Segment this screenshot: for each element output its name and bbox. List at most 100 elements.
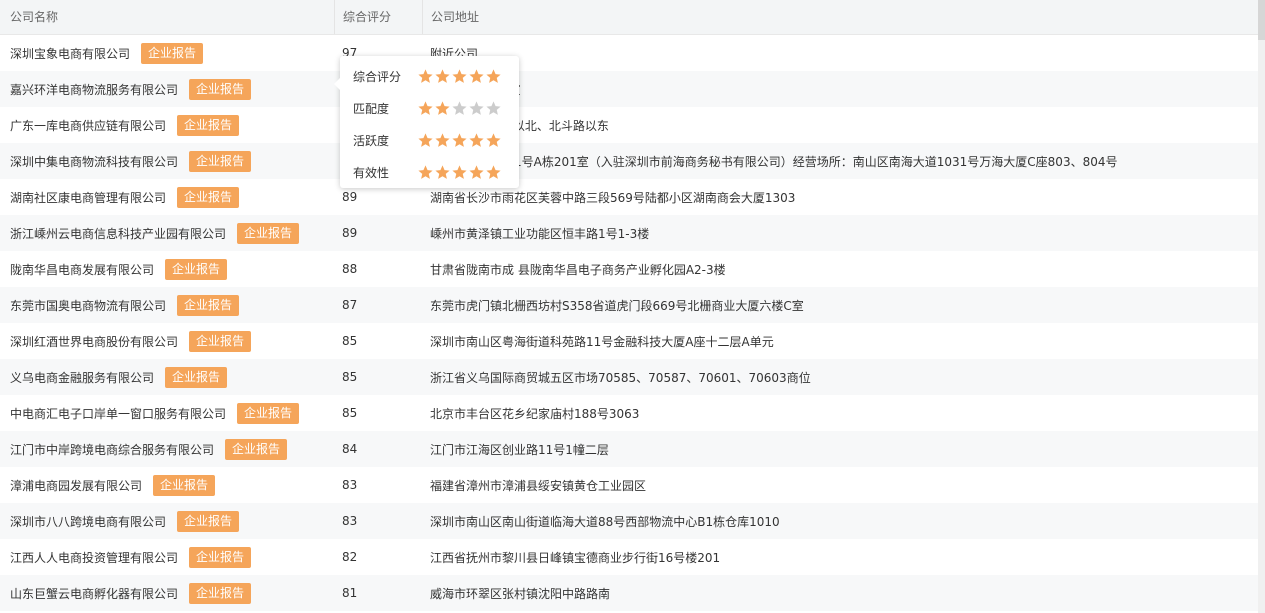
table-row[interactable]: 浙江嵊州云电商信息科技产业园有限公司 企业报告 89 嵊州市黄泽镇工业功能区恒丰路1号… — [0, 215, 1258, 251]
company-report-button[interactable]: 企业报告 — [165, 258, 228, 280]
company-name-link[interactable]: 中电商汇电子口岸单一窗口服务有限公司 — [10, 407, 226, 421]
address-cell: 江西省抚州市黎川县日峰镇宝德商业步行街16号楼201 — [430, 550, 721, 565]
table-row[interactable]: 深圳中集电商物流科技有限公司 企业报告 合作区前湾一路1号A栋201室（入驻深圳市前… — [0, 143, 1258, 179]
company-name-link[interactable]: 江西人人电商投资管理有限公司 — [10, 551, 178, 565]
table-row[interactable]: 深圳市八八跨境电商有限公司 企业报告 83 深圳市南山区南山街道临海大道88号西部物流… — [0, 503, 1258, 539]
company-name-cell: 深圳红酒世界电商股份有限公司 企业报告 — [0, 330, 334, 352]
company-name-cell: 深圳宝象电商有限公司 企业报告 — [0, 42, 334, 64]
rating-metric: 有效性 — [353, 162, 502, 182]
company-name-link[interactable]: 山东巨蟹云电商孵化器有限公司 — [10, 587, 178, 601]
company-report-button[interactable]: 企业报告 — [177, 114, 240, 136]
table-row[interactable]: 深圳红酒世界电商股份有限公司 企业报告 85 深圳市南山区粤海街道科苑路11号金融科技… — [0, 323, 1258, 359]
star-icon — [417, 68, 434, 85]
company-report-button[interactable]: 企业报告 — [189, 582, 252, 604]
rating-metric: 活跃度 — [353, 130, 502, 150]
table-row[interactable]: 漳浦电商园发展有限公司 企业报告 83 福建省漳州市漳浦县绥安镇黄仓工业园区 — [0, 467, 1258, 503]
table-row[interactable]: 江门市中岸跨境电商综合服务有限公司 企业报告 84 江门市江海区创业路11号1幢二层 — [0, 431, 1258, 467]
star-icon — [485, 132, 502, 149]
rating-metric-label: 匹配度 — [353, 101, 390, 116]
score-cell[interactable]: 81 — [334, 586, 422, 600]
rating-popover: 综合评分匹配度活跃度有效性 — [334, 56, 519, 188]
table-row[interactable]: 陇南华昌电商发展有限公司 企业报告 88 甘肃省陇南市成 县陇南华昌电子商务产业孵化园… — [0, 251, 1258, 287]
company-report-button[interactable]: 企业报告 — [165, 366, 228, 388]
score-cell[interactable]: 85 — [334, 334, 422, 348]
company-name-cell: 陇南华昌电商发展有限公司 企业报告 — [0, 258, 334, 280]
table-row[interactable]: 广东一库电商供应链有限公司 企业报告 业开发区335线以北、北斗路以东 — [0, 107, 1258, 143]
company-report-button[interactable]: 企业报告 — [189, 546, 252, 568]
company-report-button[interactable]: 企业报告 — [189, 78, 252, 100]
company-name-cell: 浙江嵊州云电商信息科技产业园有限公司 企业报告 — [0, 222, 334, 244]
star-rating — [417, 164, 502, 181]
company-report-button[interactable]: 企业报告 — [141, 42, 204, 64]
company-report-button[interactable]: 企业报告 — [189, 330, 252, 352]
score-cell[interactable]: 88 — [334, 262, 422, 276]
company-report-button[interactable]: 企业报告 — [237, 402, 300, 424]
table-row[interactable]: 湖南社区康电商管理有限公司 企业报告 89 湖南省长沙市雨花区芙蓉中路三段569号陆都… — [0, 179, 1258, 215]
address-cell: 深圳市南山区粤海街道科苑路11号金融科技大厦A座十二层A单元 — [430, 334, 774, 349]
table-row[interactable]: 深圳宝象电商有限公司 企业报告 97 附近公司 — [0, 35, 1258, 71]
company-report-button[interactable]: 企业报告 — [189, 150, 252, 172]
company-name-link[interactable]: 深圳中集电商物流科技有限公司 — [10, 155, 178, 169]
company-report-button[interactable]: 企业报告 — [177, 510, 240, 532]
score-cell[interactable]: 87 — [334, 298, 422, 312]
company-name-link[interactable]: 深圳红酒世界电商股份有限公司 — [10, 335, 178, 349]
header-score[interactable]: 综合评分 — [334, 0, 422, 34]
company-report-button[interactable]: 企业报告 — [153, 474, 216, 496]
company-report-button[interactable]: 企业报告 — [225, 438, 288, 460]
rating-metric: 匹配度 — [353, 98, 502, 118]
rating-metric: 综合评分 — [353, 66, 502, 86]
company-name-cell: 嘉兴环洋电商物流服务有限公司 企业报告 — [0, 78, 334, 100]
score-cell[interactable]: 83 — [334, 478, 422, 492]
address-cell: 合作区前湾一路1号A栋201室（入驻深圳市前海商务秘书有限公司）经营场所：南山区… — [430, 154, 1118, 169]
star-icon — [451, 164, 468, 181]
scrollbar-track[interactable] — [1258, 0, 1265, 613]
company-report-button[interactable]: 企业报告 — [177, 294, 240, 316]
company-name-link[interactable]: 深圳市八八跨境电商有限公司 — [10, 515, 166, 529]
table-row[interactable]: 江西人人电商投资管理有限公司 企业报告 82 江西省抚州市黎川县日峰镇宝德商业步行街1… — [0, 539, 1258, 575]
address-cell: 东莞市虎门镇北栅西坊村S358省道虎门段669号北栅商业大厦六楼C室 — [430, 298, 804, 313]
company-name-cell: 中电商汇电子口岸单一窗口服务有限公司 企业报告 — [0, 402, 334, 424]
score-cell[interactable]: 85 — [334, 370, 422, 384]
score-cell[interactable]: 84 — [334, 442, 422, 456]
company-report-button[interactable]: 企业报告 — [237, 222, 300, 244]
header-address[interactable]: 公司地址 — [422, 0, 1258, 34]
header-company-name[interactable]: 公司名称 — [0, 0, 334, 34]
company-name-link[interactable]: 义乌电商金融服务有限公司 — [10, 371, 154, 385]
company-name-link[interactable]: 漳浦电商园发展有限公司 — [10, 479, 142, 493]
table-row[interactable]: 义乌电商金融服务有限公司 企业报告 85 浙江省义乌国际商贸城五区市场70585、70… — [0, 359, 1258, 395]
company-name-link[interactable]: 湖南社区康电商管理有限公司 — [10, 191, 166, 205]
address-cell: 深圳市南山区南山街道临海大道88号西部物流中心B1栋仓库1010 — [430, 514, 780, 529]
score-cell[interactable]: 89 — [334, 190, 422, 204]
address-cell: 江门市江海区创业路11号1幢二层 — [430, 442, 609, 457]
address-cell: 嵊州市黄泽镇工业功能区恒丰路1号1-3楼 — [430, 226, 650, 241]
company-name-cell: 义乌电商金融服务有限公司 企业报告 — [0, 366, 334, 388]
star-icon — [485, 100, 502, 117]
company-name-link[interactable]: 江门市中岸跨境电商综合服务有限公司 — [10, 443, 214, 457]
address-cell: 威海市环翠区张村镇沈阳中路路南 — [430, 586, 611, 601]
score-cell[interactable]: 85 — [334, 406, 422, 420]
company-name-link[interactable]: 广东一库电商供应链有限公司 — [10, 119, 166, 133]
table-row[interactable]: 东莞市国奥电商物流有限公司 企业报告 87 东莞市虎门镇北栅西坊村S358省道虎门段6… — [0, 287, 1258, 323]
rating-metric-label: 综合评分 — [353, 69, 402, 84]
company-name-link[interactable]: 嘉兴环洋电商物流服务有限公司 — [10, 83, 178, 97]
company-name-link[interactable]: 东莞市国奥电商物流有限公司 — [10, 299, 166, 313]
score-cell[interactable]: 83 — [334, 514, 422, 528]
address-cell: 福建省漳州市漳浦县绥安镇黄仓工业园区 — [430, 478, 647, 493]
table-row[interactable]: 山东巨蟹云电商孵化器有限公司 企业报告 81 威海市环翠区张村镇沈阳中路路南 — [0, 575, 1258, 611]
star-icon — [434, 68, 451, 85]
table-header: 公司名称 综合评分 公司地址 — [0, 0, 1258, 35]
score-cell[interactable]: 89 — [334, 226, 422, 240]
company-name-link[interactable]: 陇南华昌电商发展有限公司 — [10, 263, 154, 277]
address-cell: 北京市丰台区花乡纪家庙村188号3063 — [430, 406, 640, 421]
company-name-link[interactable]: 深圳宝象电商有限公司 — [10, 47, 130, 61]
table-row[interactable]: 中电商汇电子口岸单一窗口服务有限公司 企业报告 85 北京市丰台区花乡纪家庙村188号… — [0, 395, 1258, 431]
scrollbar-thumb[interactable] — [1258, 0, 1265, 40]
address-cell: 浙江省义乌国际商贸城五区市场70585、70587、70601、70603商位 — [430, 370, 811, 385]
table-row[interactable]: 嘉兴环洋电商物流服务有限公司企业报告 公建6商铺201室 — [0, 71, 1258, 107]
address-cell: 甘肃省陇南市成 县陇南华昌电子商务产业孵化园A2-3楼 — [430, 262, 726, 277]
company-name-link[interactable]: 浙江嵊州云电商信息科技产业园有限公司 — [10, 227, 226, 241]
star-icon — [451, 68, 468, 85]
score-cell[interactable]: 82 — [334, 550, 422, 564]
company-table: 公司名称 综合评分 公司地址 深圳宝象电商有限公司 企业报告 97 附近公司 嘉兴环洋电… — [0, 0, 1258, 611]
company-report-button[interactable]: 企业报告 — [177, 186, 240, 208]
